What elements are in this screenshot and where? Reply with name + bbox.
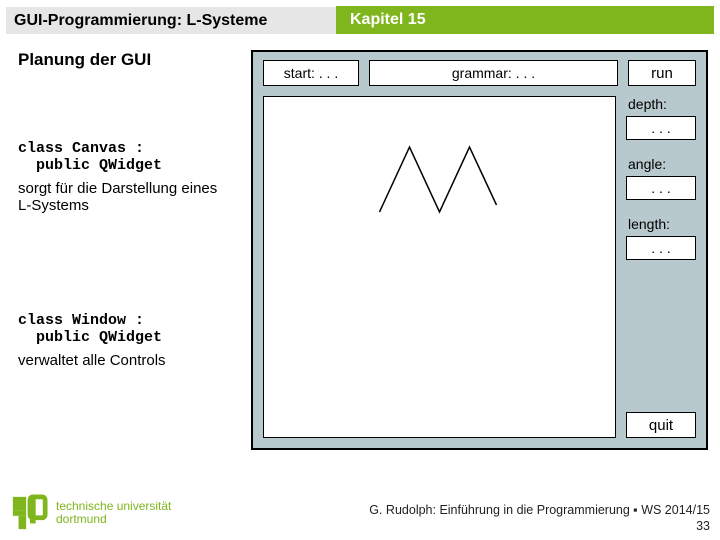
content-area: Planung der GUI class Canvas : public QW… [12,50,708,500]
logo-text: technische universität dortmund [56,500,171,526]
gui-mockup: start: . . . grammar: . . . run depth: .… [251,50,708,450]
top-bar: GUI-Programmierung: L-Systeme Kapitel 15 [6,6,714,34]
footer-line1: G. Rudolph: Einführung in die Programmie… [369,502,710,518]
start-field[interactable]: start: . . . [263,60,359,86]
length-field[interactable]: . . . [626,236,696,260]
desc-canvas: sorgt für die Darstellung eines L-System… [18,180,228,214]
side-panel: depth: . . . angle: . . . length: . . . … [626,96,696,438]
logo-line2: dortmund [56,513,171,526]
quit-button[interactable]: quit [626,412,696,438]
desc-window: verwaltet alle Controls [18,352,228,369]
slide-title-left: GUI-Programmierung: L-Systeme [6,6,336,34]
depth-label: depth: [626,96,696,112]
left-column: class Canvas : public QWidget sorgt für … [18,140,228,397]
angle-field[interactable]: . . . [626,176,696,200]
mock-top-row: start: . . . grammar: . . . run [253,52,706,86]
footer-page: 33 [369,518,710,534]
code-window-class: class Window : public QWidget [18,312,228,346]
depth-field[interactable]: . . . [626,116,696,140]
slide-title-right: Kapitel 15 [336,6,714,34]
mock-body: depth: . . . angle: . . . length: . . . … [263,96,696,438]
grammar-field[interactable]: grammar: . . . [369,60,618,86]
canvas-area [263,96,616,438]
l-system-drawing [264,97,615,437]
run-button[interactable]: run [628,60,696,86]
footer: G. Rudolph: Einführung in die Programmie… [369,502,710,535]
tu-logo-icon [10,494,48,532]
university-logo: technische universität dortmund [10,494,171,532]
code-canvas-class: class Canvas : public QWidget [18,140,228,174]
length-label: length: [626,216,696,232]
angle-label: angle: [626,156,696,172]
